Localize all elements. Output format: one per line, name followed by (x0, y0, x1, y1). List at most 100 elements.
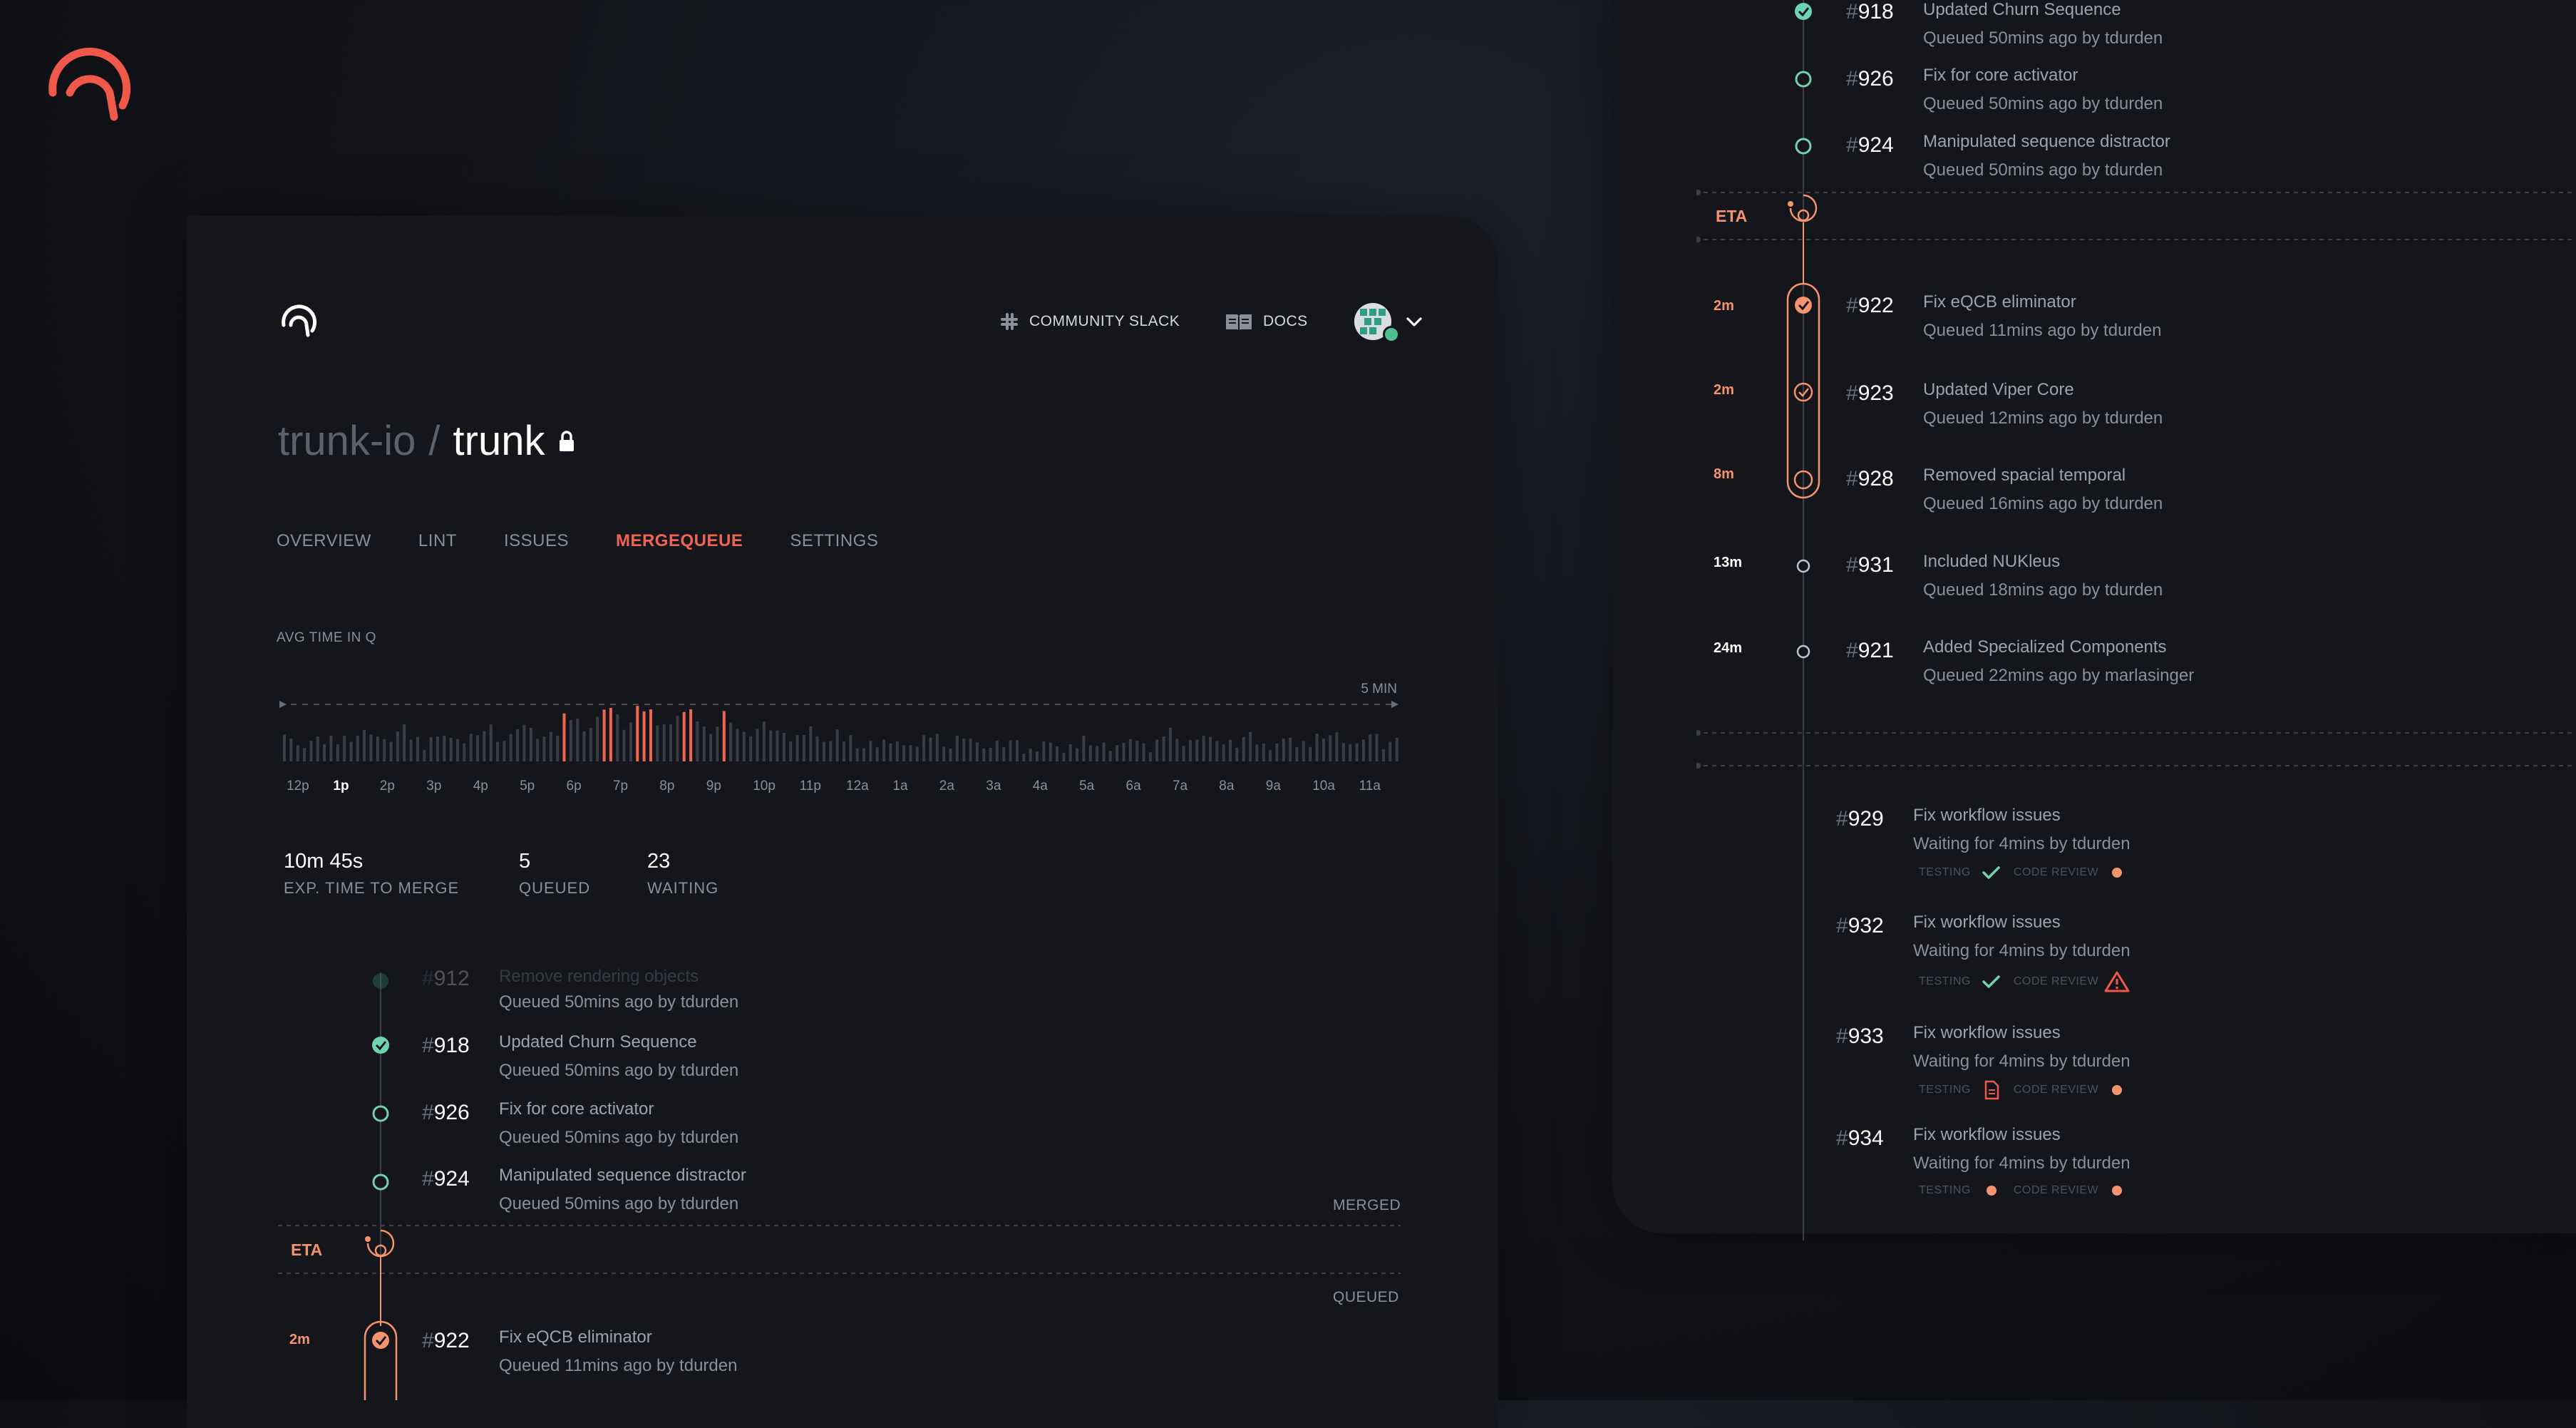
pr-title: Included NUKleus (1923, 552, 2061, 571)
stat-value: 5 (519, 850, 531, 873)
queue-item-918[interactable]: #918 (422, 1034, 470, 1058)
chart-bar (1322, 738, 1325, 761)
pr-subtitle: Waiting for 4mins by tdurden (1913, 834, 2131, 853)
chart-bar (336, 744, 339, 761)
queue-item-929[interactable]: #929 (1836, 807, 1884, 831)
community-slack-link[interactable]: COMMUNITY SLACK (999, 312, 1180, 332)
queue-item-details: Fix for core activator Queued 50mins ago… (1923, 66, 2163, 114)
chart-bar (1042, 741, 1046, 761)
chart-bar (576, 718, 579, 761)
stat-label: QUEUED (519, 879, 591, 897)
chart-bar (456, 739, 459, 761)
queue-item-921[interactable]: #921 (1846, 639, 1894, 663)
queued-node-icon (1796, 644, 1810, 659)
tab-overview[interactable]: OVERVIEW (277, 531, 371, 551)
check-passed-icon (1982, 866, 2000, 879)
x-tick-label: 2a (939, 779, 955, 793)
chart-bar (516, 729, 520, 761)
slack-icon (1001, 313, 1018, 330)
chart-bar (789, 741, 793, 761)
queue-item-926[interactable]: #926 (422, 1101, 470, 1125)
docs-link[interactable]: DOCS (1225, 312, 1308, 332)
queue-item-934[interactable]: #934 (1836, 1126, 1884, 1151)
chart-bar (1209, 736, 1212, 761)
tab-lint[interactable]: LINT (418, 531, 457, 551)
chart-bar (483, 731, 486, 761)
queue-item-details: Fix workflow issues Waiting for 4mins by… (1913, 1125, 2131, 1173)
pr-title: Manipulated sequence distractor (1923, 132, 2170, 151)
pr-number: 932 (1848, 914, 1884, 938)
queue-item-details: Fix workflow issues Waiting for 4mins by… (1913, 806, 2131, 854)
chart-bar (602, 709, 606, 761)
chart-bar (776, 730, 779, 761)
document-icon (1984, 1080, 1999, 1100)
chart-bar (1175, 739, 1179, 761)
chart-bar (835, 729, 839, 761)
queue-item-931[interactable]: #931 (1846, 553, 1894, 577)
chart-bar (869, 741, 872, 761)
queue-item-924[interactable]: #924 (422, 1167, 470, 1191)
queue-item-924[interactable]: #924 (1846, 133, 1894, 158)
tab-issues[interactable]: ISSUES (504, 531, 569, 551)
x-tick-label: 8a (1219, 779, 1235, 793)
repo-name[interactable]: trunk (453, 417, 545, 465)
chart-bar (722, 711, 726, 761)
pr-subtitle: Waiting for 4mins by tdurden (1913, 1154, 2131, 1173)
merged-section-label: MERGED (1333, 1197, 1401, 1213)
chart-bar (989, 747, 992, 761)
queue-item-923[interactable]: #923 (1846, 381, 1894, 406)
queue-item-933[interactable]: #933 (1836, 1024, 1884, 1049)
queue-item-details: Added Specialized Components Queued 22mi… (1923, 637, 2194, 686)
chart-bar (616, 714, 619, 761)
duration-label: 8m (1714, 466, 1734, 482)
chart-bar (1269, 750, 1272, 761)
queue-item-922[interactable]: #922 (422, 1329, 470, 1353)
pr-subtitle: Queued 50mins ago by tdurden (1923, 94, 2163, 113)
queue-item-928[interactable]: #928 (1846, 467, 1894, 491)
repo-org[interactable]: trunk-io (278, 417, 416, 465)
chart-bar (656, 725, 659, 761)
pr-subtitle: Queued 50mins ago by tdurden (1923, 160, 2163, 180)
chart-bar (1009, 740, 1012, 761)
stat-label: EXP. TIME TO MERGE (284, 879, 460, 897)
community-slack-label: COMMUNITY SLACK (1029, 313, 1180, 329)
pr-subtitle: Queued 22mins ago by marlasinger (1923, 666, 2195, 685)
merged-node-icon (1795, 71, 1812, 88)
chart-bar (1329, 735, 1332, 761)
pr-subtitle: Queued 50mins ago by tdurden (499, 992, 739, 1012)
chart-bar (1076, 748, 1079, 761)
tab-settings[interactable]: SETTINGS (790, 531, 878, 551)
chart-bar (449, 738, 453, 761)
chart-bar (522, 724, 526, 761)
tab-mergequeue[interactable]: MERGEQUEUE (616, 531, 743, 551)
chevron-down-icon[interactable] (1404, 312, 1424, 332)
chart-bar (1102, 742, 1106, 761)
chart-bar (1148, 752, 1152, 761)
code-review-label: CODE REVIEW (2013, 1184, 2099, 1196)
x-tick-label: 7a (1173, 779, 1188, 793)
chart-bar (829, 741, 833, 761)
chart-bar (882, 739, 886, 761)
queue-item-932[interactable]: #932 (1836, 914, 1884, 938)
pr-number: 929 (1848, 807, 1884, 831)
chart-bar (1229, 739, 1232, 761)
pr-number: 912 (433, 967, 470, 990)
chart-bar (309, 741, 313, 761)
chart-bar (622, 729, 626, 761)
chart-bar (696, 721, 699, 761)
queue-item-926[interactable]: #926 (1846, 67, 1894, 91)
chart-bar (795, 735, 799, 761)
chart-bar (1235, 747, 1239, 761)
chart-bar (662, 724, 666, 761)
queue-item-922[interactable]: #922 (1846, 294, 1894, 318)
chart-bar (596, 716, 599, 761)
queue-item-918[interactable]: #918 (1846, 0, 1894, 24)
merged-node-icon (372, 1173, 389, 1191)
repo-tabs: OVERVIEW LINT ISSUES MERGEQUEUE SETTINGS (277, 531, 925, 551)
queue-item-912[interactable]: #912 (422, 967, 470, 991)
trunk-home-icon[interactable] (278, 301, 321, 344)
avg-time-chart: 5 MIN 12p 1p 2p 3p 4p 5p 6p 7p 8p 9p 10p 11p 12a 1a 2a… (279, 682, 1398, 793)
chart-bar (443, 736, 446, 761)
chart-bar (376, 736, 379, 761)
chart-bar (556, 735, 560, 761)
